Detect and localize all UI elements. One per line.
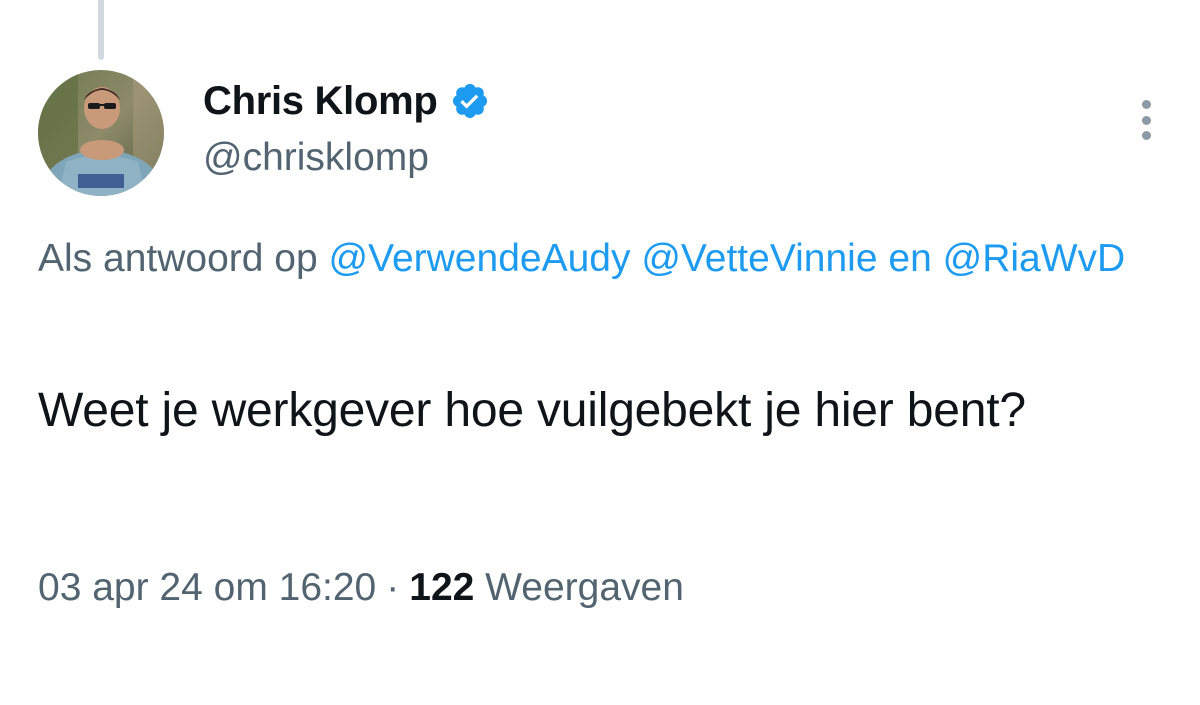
more-dot [1141,100,1151,109]
more-dot [1141,131,1151,140]
meta-separator: · [386,566,400,609]
verified-badge-icon [450,81,490,121]
reply-prefix: Als antwoord op [38,237,318,280]
timestamp[interactable]: 03 apr 24 om 16:20 [38,566,376,609]
tweet-text: Weet je werkgever hoe vuilgebekt je hier… [38,384,1026,437]
mention-link[interactable]: @RiaWvD [943,237,1126,280]
more-options-icon[interactable] [1128,96,1164,144]
avatar[interactable] [38,70,164,196]
thread-connector-line [98,0,104,60]
author-display-name[interactable]: Chris Klomp [203,79,438,124]
mention-link[interactable]: @VerwendeAudy [329,237,631,280]
author-handle[interactable]: @chrisklomp [203,136,429,180]
tweet-meta: 03 apr 24 om 16:20 · 122 Weergaven [38,566,684,610]
more-dot [1141,115,1151,125]
author-name-row: Chris Klomp [203,74,490,128]
reply-joiner: en [888,237,932,280]
reply-context: Als antwoord op @VerwendeAudy @VetteVinn… [38,232,1178,286]
views-count: 122 [409,566,475,609]
views-label: Weergaven [485,566,684,609]
mention-link[interactable]: @VetteVinnie [641,237,877,280]
avatar-image [38,70,164,196]
